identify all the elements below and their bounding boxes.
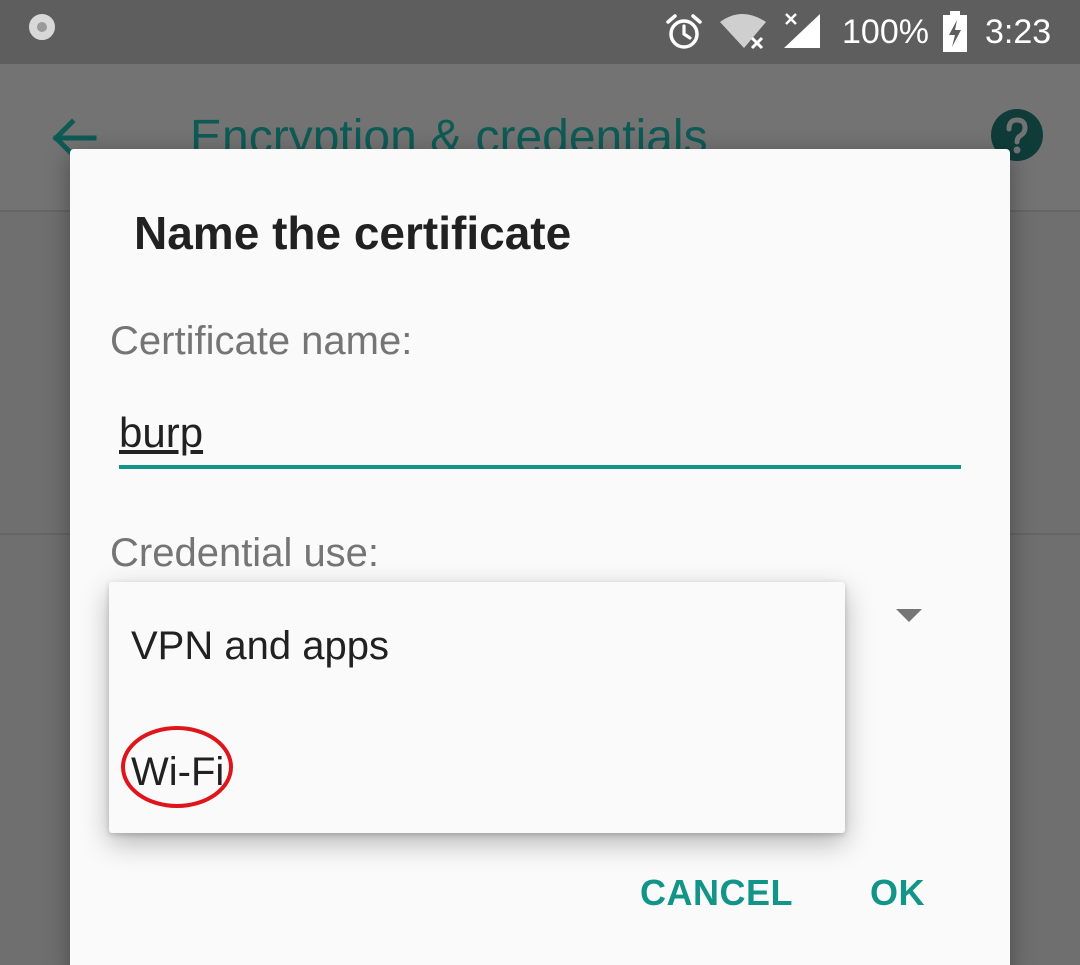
cancel-button[interactable]: CANCEL bbox=[640, 871, 793, 915]
battery-percentage: 100% bbox=[842, 13, 929, 51]
dialog-title: Name the certificate bbox=[134, 207, 572, 259]
dropdown-option-vpn-and-apps[interactable]: VPN and apps bbox=[109, 582, 845, 708]
notification-dot-icon bbox=[29, 14, 55, 40]
dropdown-option-label: Wi-Fi bbox=[131, 750, 225, 794]
android-screen: 100% 3:23 Encryption & credentials Name … bbox=[0, 0, 1080, 965]
certificate-name-label: Certificate name: bbox=[110, 319, 413, 363]
name-certificate-dialog: Name the certificate Certificate name: C… bbox=[70, 149, 1010, 965]
dropdown-arrow-icon[interactable] bbox=[896, 609, 922, 622]
certificate-name-input[interactable] bbox=[119, 401, 961, 469]
status-bar: 100% 3:23 bbox=[0, 0, 1080, 64]
dropdown-option-label: VPN and apps bbox=[131, 624, 389, 668]
dropdown-option-wifi[interactable]: Wi-Fi bbox=[109, 708, 845, 834]
alarm-icon bbox=[666, 14, 702, 49]
credential-use-dropdown: VPN and apps Wi-Fi bbox=[109, 582, 845, 833]
wifi-off-icon bbox=[720, 14, 766, 50]
signal-no-service-icon bbox=[784, 13, 820, 48]
battery-charging-icon bbox=[943, 11, 967, 52]
status-clock: 3:23 bbox=[985, 13, 1052, 51]
credential-use-label: Credential use: bbox=[110, 531, 380, 575]
ok-button[interactable]: OK bbox=[870, 871, 925, 915]
